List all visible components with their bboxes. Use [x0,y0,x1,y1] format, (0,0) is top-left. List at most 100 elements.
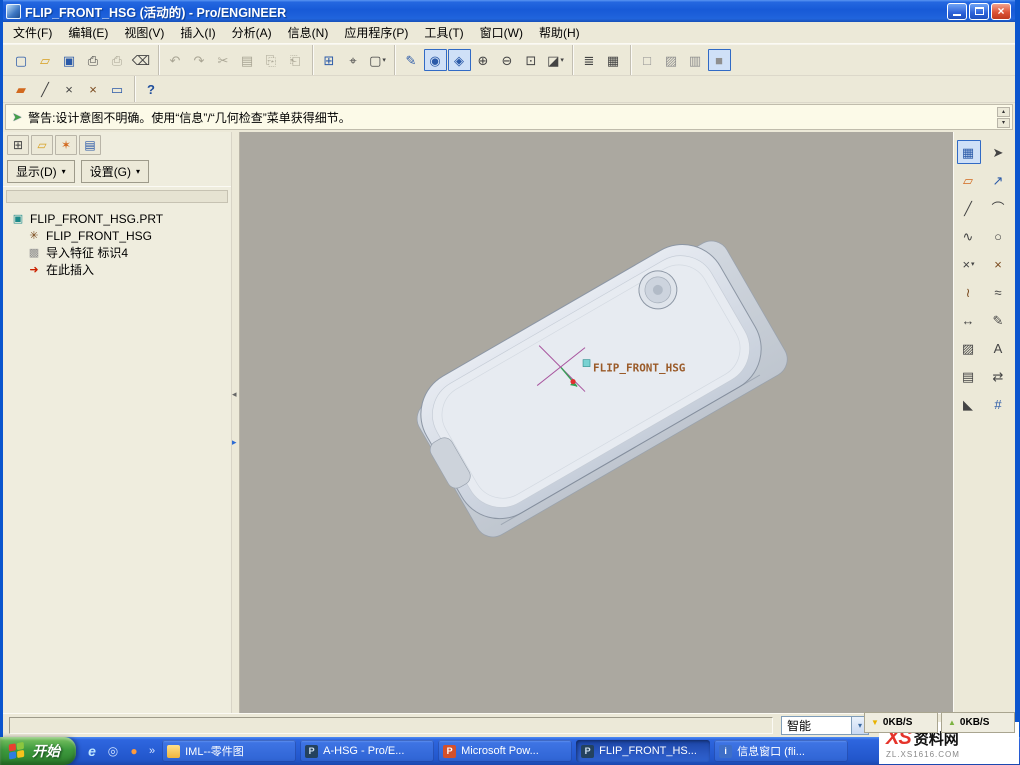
paste-special-icon[interactable]: ⎗ [284,49,307,71]
select-items-icon[interactable]: ▦ [957,140,981,164]
task-a-hsg[interactable]: P A-HSG - Pro/E... [300,740,434,762]
cut-icon[interactable]: ✂ [212,49,235,71]
coordinate-tool-icon[interactable]: × [987,252,1011,276]
menu-analysis[interactable]: 分析(A) [224,21,280,44]
point-tool-icon[interactable]: × [58,78,81,100]
scroll-down-icon[interactable]: ▾ [997,118,1010,128]
connections-tab-icon[interactable]: ▤ [79,135,101,155]
selection-filter-combo[interactable]: 智能 ▾ [781,716,869,735]
paste-icon[interactable]: ⎘ [260,49,283,71]
line-tool-icon[interactable]: ╱ [34,78,57,100]
taskbar: 开始 e◎● » IML--零件图 P A-HSG - Pro/E... P [0,737,1020,765]
arc-tool-icon[interactable]: ⌒ [987,196,1011,220]
favorites-tab-icon[interactable]: ✶ [55,135,77,155]
grid-display-icon[interactable]: # [987,392,1011,416]
minimize-button[interactable] [947,3,967,20]
point-sketch-icon[interactable]: ×▾ [957,252,981,276]
scroll-up-icon[interactable]: ▴ [997,107,1010,117]
phone-housing-model[interactable] [400,221,793,545]
repaint-icon[interactable]: ✎ [400,49,423,71]
collapse-panel-icon[interactable]: ◂ [232,390,237,399]
tree-item-insert-here[interactable]: ➜ 在此插入 [5,261,229,278]
perimeter-tool-icon[interactable]: ▭ [106,78,129,100]
modify-tool-icon[interactable]: ✎ [987,308,1011,332]
hidden-line-display-icon[interactable]: ▨ [660,49,683,71]
select-filter-icon[interactable]: ▢▾ [366,49,389,71]
menu-applications[interactable]: 应用程序(P) [336,21,416,44]
settings-dropdown[interactable]: 设置(G) ▾ [81,160,149,183]
no-hidden-display-icon[interactable]: ▥ [684,49,707,71]
undo-icon[interactable]: ↶ [164,49,187,71]
saved-views-icon[interactable]: ◪▾ [544,49,567,71]
message-scrollbar: ▴ ▾ [997,107,1010,128]
context-help-icon[interactable]: ? [140,78,163,100]
wireframe-display-icon[interactable]: □ [636,49,659,71]
offset-tool-icon[interactable]: ≈ [987,280,1011,304]
graphics-viewport[interactable]: FLIP_FRONT_HSG [240,132,953,713]
dimension-tool-icon[interactable]: ↔ [957,308,981,332]
spline-tool-icon[interactable]: ∿ [957,224,981,248]
zoom-in-icon[interactable]: ⊕ [472,49,495,71]
task-info-window[interactable]: i 信息窗口 (fli... [714,740,848,762]
view-manager-icon[interactable]: ▦ [602,49,625,71]
new-file-icon[interactable]: ▢ [10,49,33,71]
menu-help[interactable]: 帮助(H) [531,21,588,44]
quicklaunch-firefox-icon[interactable]: ● [126,743,142,759]
save-icon[interactable]: ▣ [58,49,81,71]
task-flip-front-hsg[interactable]: P FLIP_FRONT_HS... [576,740,710,762]
title-bar[interactable]: FLIP_FRONT_HSG (活动的) - Pro/ENGINEER × [3,0,1015,22]
hatch-tool-icon[interactable]: ▨ [957,336,981,360]
model-tree-tab-icon[interactable]: ⊞ [7,135,29,155]
open-file-icon[interactable]: ▱ [34,49,57,71]
sketch-setup-icon[interactable]: ▱ [957,168,981,192]
trim-tool-icon[interactable]: ◣ [957,392,981,416]
erase-display-icon[interactable]: ⌫ [130,49,153,71]
redo-icon[interactable]: ↷ [188,49,211,71]
icon-glyph: ↶ [170,54,181,67]
spin-center-icon[interactable]: ◉ [424,49,447,71]
task-powerpoint[interactable]: P Microsoft Pow... [438,740,572,762]
show-dropdown[interactable]: 显示(D) ▾ [7,160,75,183]
menu-window[interactable]: 窗口(W) [472,21,531,44]
panel-splitter[interactable]: ◂ ▸ [231,132,240,713]
shaded-display-icon[interactable]: ■ [708,49,731,71]
palette-tool-icon[interactable]: ▤ [957,364,981,388]
quick-launch-overflow-icon[interactable]: » [146,745,158,757]
quicklaunch-ie-icon[interactable]: e [84,743,100,759]
menu-view[interactable]: 视图(V) [116,21,172,44]
quicklaunch-messenger-icon[interactable]: ◎ [105,743,121,759]
copy-icon[interactable]: ▤ [236,49,259,71]
print-icon[interactable]: ⎙ [82,49,105,71]
circle-tool-icon[interactable]: ○ [987,224,1011,248]
use-edge-tool-icon[interactable]: ≀ [957,280,981,304]
tree-item-part[interactable]: ▣ FLIP_FRONT_HSG.PRT [5,210,229,227]
menu-file[interactable]: 文件(F) [5,21,60,44]
orient-sketch-icon[interactable]: ↗ [987,168,1011,192]
menu-edit[interactable]: 编辑(E) [60,21,116,44]
folder-browser-tab-icon[interactable]: ▱ [31,135,53,155]
menu-info[interactable]: 信息(N) [280,21,337,44]
orient-mode-icon[interactable]: ◈ [448,49,471,71]
line-sketch-icon[interactable]: ╱ [957,196,981,220]
icon-glyph: ▰ [16,83,26,96]
zoom-out-icon[interactable]: ⊖ [496,49,519,71]
tree-item-import-feature[interactable]: ▩ 导入特征 标识4 [5,244,229,261]
print-preview-icon[interactable]: ⎙ [106,49,129,71]
point-tag-tool-icon[interactable]: × [82,78,105,100]
refit-icon[interactable]: ⊡ [520,49,543,71]
expand-panel-icon[interactable]: ▸ [232,438,237,447]
layers-icon[interactable]: ≣ [578,49,601,71]
sketch-plane-icon[interactable]: ▰ [10,78,33,100]
task-iml-folder[interactable]: IML--零件图 [162,740,296,762]
start-button[interactable]: 开始 [0,737,76,765]
restore-button[interactable] [969,3,989,20]
menu-tools[interactable]: 工具(T) [416,21,471,44]
tree-item-csys[interactable]: ✳ FLIP_FRONT_HSG [5,227,229,244]
select-prev-icon[interactable]: ➤ [987,140,1011,164]
mirror-tool-icon[interactable]: ⇄ [987,364,1011,388]
menu-insert[interactable]: 插入(I) [172,21,223,44]
find-icon[interactable]: ⌖ [342,49,365,71]
regenerate-icon[interactable]: ⊞ [318,49,341,71]
text-tool-icon[interactable]: A [987,336,1011,360]
close-button[interactable]: × [991,3,1011,20]
